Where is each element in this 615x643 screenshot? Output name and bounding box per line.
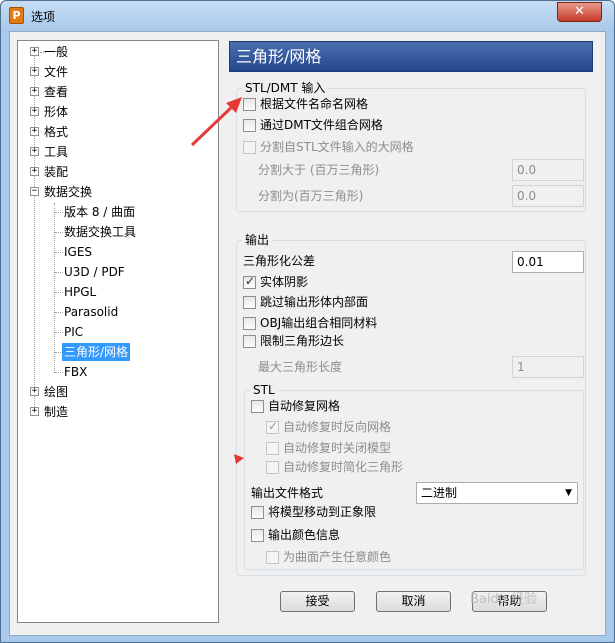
tree-item-iges[interactable]: IGES [18,243,218,261]
tree-item-label: 文件 [44,65,69,79]
tree-item-hpgl[interactable]: HPGL [18,283,218,301]
tree-item-label: U3D / PDF [64,265,125,279]
tree-item-label: 格式 [44,125,69,139]
group-title: 输出 [242,233,273,247]
group-title: STL [250,383,278,397]
max-edge-label: 最大三角形长度 [258,360,343,374]
checkbox-label: 跳过输出形体内部面 [260,295,369,309]
tree-item-label: 工具 [44,145,69,159]
tree-item-label: 查看 [44,85,69,99]
tree-item-data-exchange-tools[interactable]: 数据交换工具 [18,223,218,241]
tree-item-label: 版本 8 / 曲面 [64,205,136,219]
group-title: STL/DMT 输入 [242,81,329,95]
tolerance-field[interactable]: 0.01 [512,251,584,273]
tree-item-parasolid[interactable]: Parasolid [18,303,218,321]
tree-item-label: 一般 [44,45,69,59]
limit-edge-checkbox[interactable] [243,335,256,348]
checkbox-label: 实体阴影 [260,275,309,289]
checkbox-label: OBJ输出组合相同材料 [260,316,378,330]
tree-item-label: 绘图 [44,385,69,399]
tree-item-general[interactable]: + 一般 [18,43,218,61]
checkbox-label: 自动修复网格 [268,399,341,413]
tree-item-label-selected: 三角形/网格 [62,343,131,361]
window-title: 选项 [31,10,56,24]
tree-item-label: IGES [64,245,93,259]
repair-close-checkbox[interactable] [266,442,279,455]
checkbox-label: 输出颜色信息 [268,528,341,542]
auto-repair-checkbox[interactable] [251,400,264,413]
annotation-arrow-icon [190,97,242,147]
cancel-button[interactable]: 取消 [376,591,451,612]
title-bar[interactable]: P 选项 ✕ [1,1,614,31]
checkbox-label: 自动修复时简化三角形 [283,460,404,474]
tree-item-label: 形体 [44,105,69,119]
page-title: 三角形/网格 [229,41,593,72]
split-to-field[interactable]: 0.0 [512,185,584,207]
tree-item-data-exchange[interactable]: − 数据交换 [18,183,218,201]
stl-group [244,390,584,570]
app-icon: P [9,7,24,24]
annotation-arrow-icon [234,454,244,464]
checkbox-label: 限制三角形边长 [260,334,345,348]
tree-item-label: 数据交换 [44,185,93,199]
expand-icon[interactable]: + [30,387,39,396]
collapse-icon[interactable]: − [30,187,39,196]
tree-item-assembly[interactable]: + 装配 [18,163,218,181]
checkbox-label: 分割自STL文件输入的大网格 [260,140,414,154]
skip-internal-checkbox[interactable] [243,296,256,309]
solid-shading-checkbox[interactable] [243,274,256,289]
watermark: Baidu 经验 [470,592,538,607]
repair-simplify-checkbox[interactable] [266,461,279,474]
tree-item-triangle-mesh[interactable]: 三角形/网格 [18,343,218,361]
accept-button[interactable]: 接受 [280,591,355,612]
repair-reverse-checkbox[interactable] [266,419,279,434]
dropdown-arrow-icon: ▼ [565,488,572,498]
checkbox-label: 将模型移动到正象限 [268,505,377,519]
expand-icon[interactable]: + [30,107,39,116]
tree-item-label: 制造 [44,405,69,419]
tree-item-label: 数据交换工具 [64,225,137,239]
checkbox-label: 自动修复时反向网格 [283,420,392,434]
output-format-select[interactable]: 二进制 ▼ [416,482,578,504]
tree-item-label: Parasolid [64,305,119,319]
expand-icon[interactable]: + [30,167,39,176]
tree-item-u3d-pdf[interactable]: U3D / PDF [18,263,218,281]
tree-item-fbx[interactable]: FBX [18,363,218,381]
expand-icon[interactable]: + [30,87,39,96]
expand-icon[interactable]: + [30,407,39,416]
expand-icon[interactable]: + [30,147,39,156]
max-edge-field[interactable]: 1 [512,356,584,378]
expand-icon[interactable]: + [30,67,39,76]
split-above-label: 分割大于 (百万三角形) [258,163,380,177]
expand-icon[interactable]: + [30,127,39,136]
obj-combine-checkbox[interactable] [243,317,256,330]
tolerance-label: 三角形化公差 [243,254,316,268]
tree-item-label: PIC [64,325,84,339]
tree-item-drawing[interactable]: + 绘图 [18,383,218,401]
output-format-label: 输出文件格式 [251,486,324,500]
tree-item-label: 装配 [44,165,69,179]
tree-item-manufacturing[interactable]: + 制造 [18,403,218,421]
checkbox-label: 通过DMT文件组合网格 [260,118,383,132]
checkbox-label: 为曲面产生任意颜色 [283,550,392,564]
output-format-value: 二进制 [421,486,458,500]
tree-item-label: HPGL [64,285,97,299]
checkbox-label: 根据文件名命名网格 [260,97,369,111]
tree-item-label: FBX [64,365,88,379]
split-to-label: 分割为(百万三角形) [258,189,364,203]
close-button[interactable]: ✕ [557,2,602,22]
random-color-checkbox[interactable] [266,551,279,564]
tree-item-pic[interactable]: PIC [18,323,218,341]
tree-item-version8-surface[interactable]: 版本 8 / 曲面 [18,203,218,221]
output-color-checkbox[interactable] [251,529,264,542]
split-above-field[interactable]: 0.0 [512,159,584,181]
tree-item-file[interactable]: + 文件 [18,63,218,81]
move-positive-checkbox[interactable] [251,506,264,519]
checkbox-label: 自动修复时关闭模型 [283,441,392,455]
expand-icon[interactable]: + [30,47,39,56]
